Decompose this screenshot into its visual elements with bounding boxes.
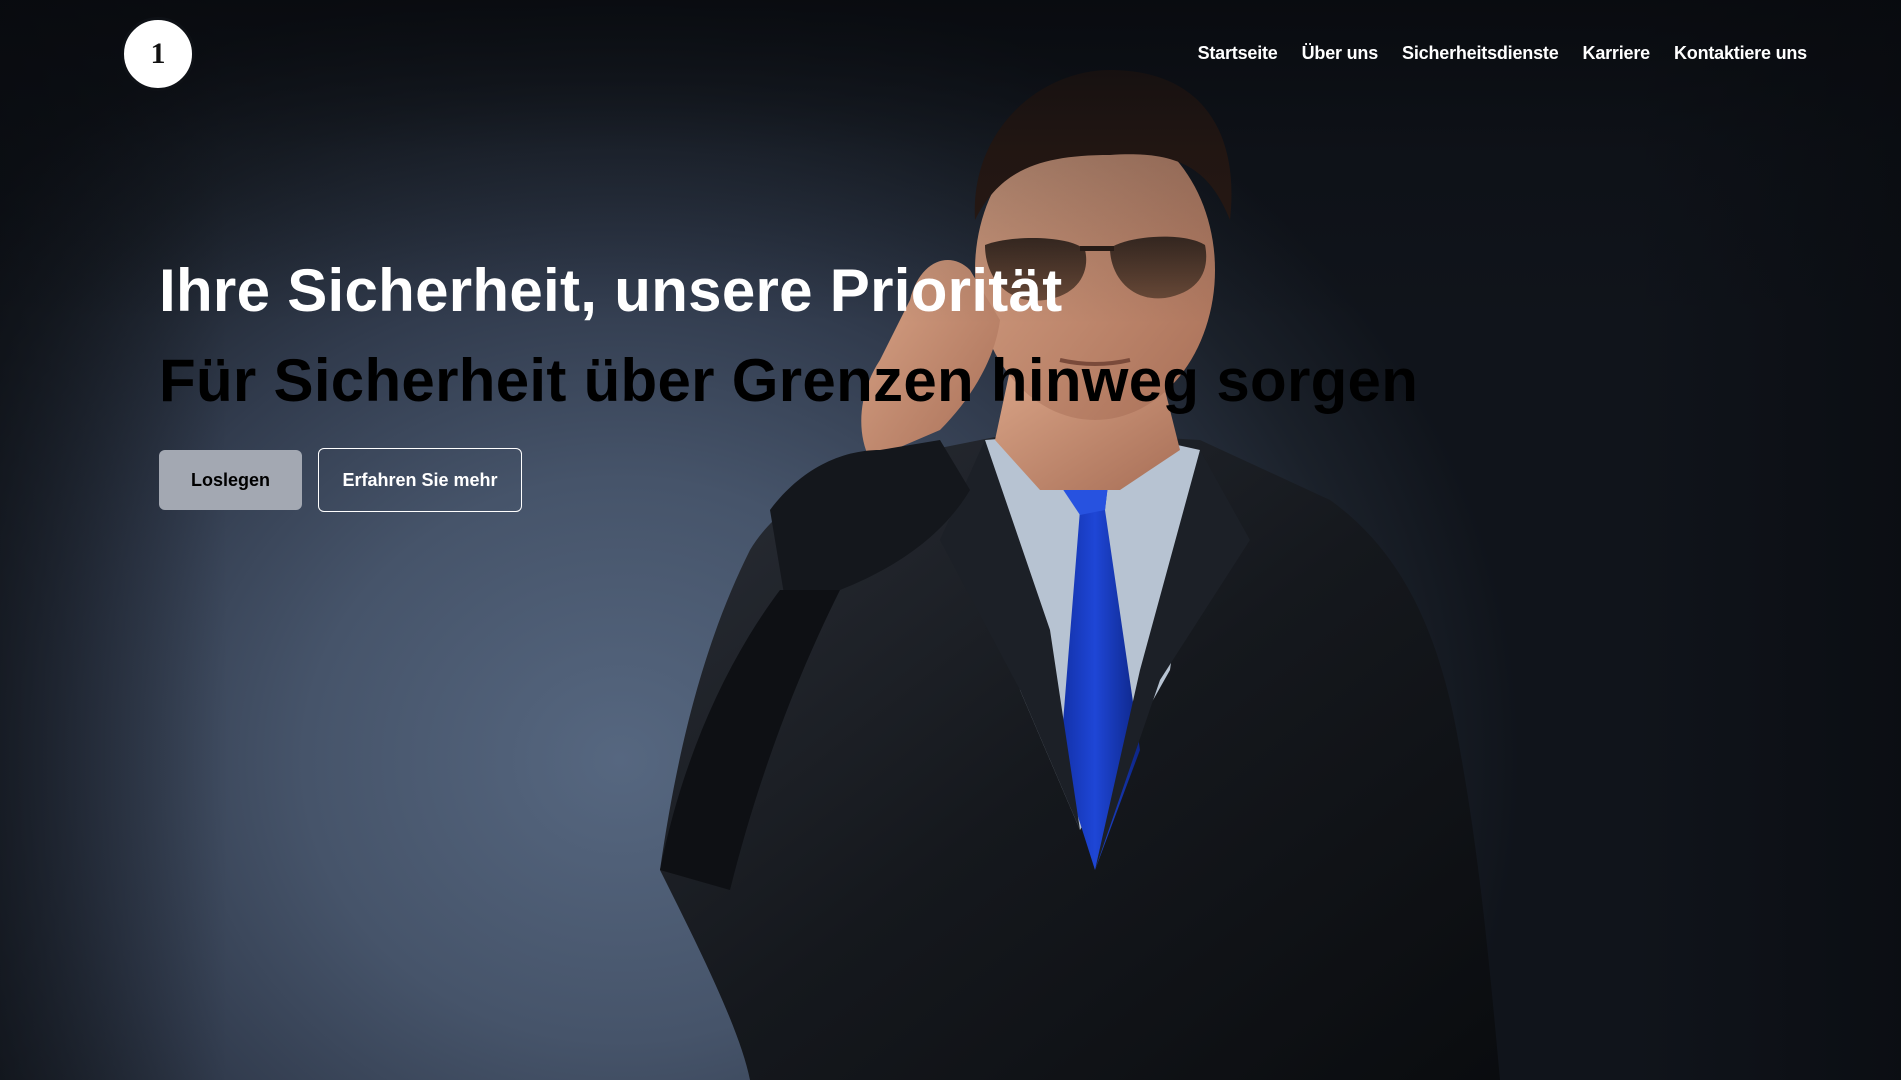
nav-item-karriere[interactable]: Karriere <box>1583 43 1651 64</box>
nav-item-kontaktiere-uns[interactable]: Kontaktiere uns <box>1674 43 1807 64</box>
logo-text: 1 <box>150 37 166 70</box>
logo[interactable]: 1 <box>121 17 195 91</box>
nav-item-ueber-uns[interactable]: Über uns <box>1302 43 1379 64</box>
hero-title: Ihre Sicherheit, unsere Priorität <box>159 257 1063 324</box>
learn-more-button[interactable]: Erfahren Sie mehr <box>318 448 522 512</box>
main-nav: Startseite Über uns Sicherheitsdienste K… <box>1198 43 1808 64</box>
page: 1 Startseite Über uns Sicherheitsdienste… <box>0 0 1901 1080</box>
hero-section: Ihre Sicherheit, unsere Priorität Für Si… <box>159 255 1418 417</box>
site-header: 1 Startseite Über uns Sicherheitsdienste… <box>0 0 1901 110</box>
nav-item-sicherheitsdienste[interactable]: Sicherheitsdienste <box>1402 43 1559 64</box>
nav-item-startseite[interactable]: Startseite <box>1198 43 1278 64</box>
get-started-button[interactable]: Loslegen <box>159 450 302 510</box>
hero-buttons: Loslegen Erfahren Sie mehr <box>159 448 522 512</box>
hero-subtitle: Für Sicherheit über Grenzen hinweg sorge… <box>159 347 1419 414</box>
security-agent-photo <box>660 70 1500 1080</box>
